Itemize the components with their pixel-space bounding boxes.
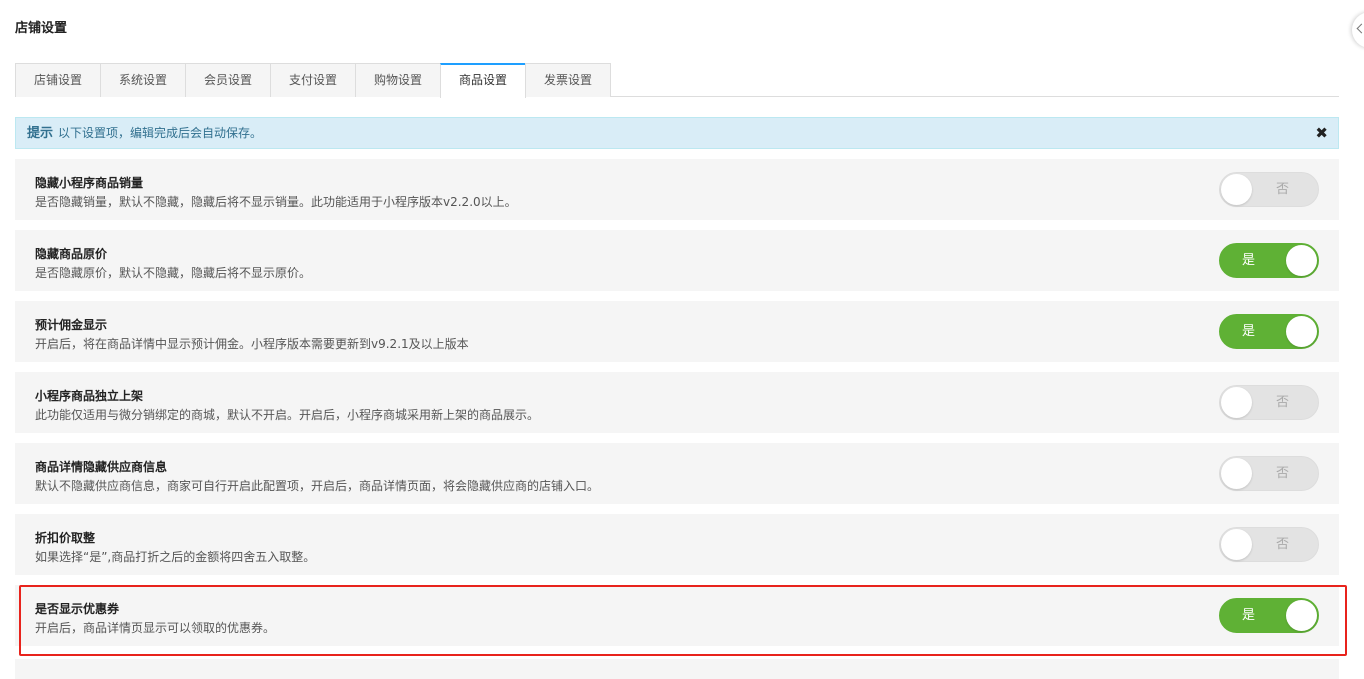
setting-desc: 开启后，将在商品详情中显示预计佣金。小程序版本需要更新到v9.2.1及以上版本 xyxy=(35,337,469,351)
switch-knob xyxy=(1221,529,1252,560)
tab-payment-settings[interactable]: 支付设置 xyxy=(270,63,356,97)
setting-row-hide-original-price: 隐藏商品原价 是否隐藏原价，默认不隐藏，隐藏后将不显示原价。 是 xyxy=(15,230,1339,291)
tab-member-settings[interactable]: 会员设置 xyxy=(185,63,271,97)
tip-label: 提示 xyxy=(27,126,54,141)
switch-knob xyxy=(1221,387,1252,418)
setting-row-estimated-commission: 预计佣金显示 开启后，将在商品详情中显示预计佣金。小程序版本需要更新到v9.2.… xyxy=(15,301,1339,362)
setting-row-show-coupons: 是否显示优惠券 开启后，商品详情页显示可以领取的优惠券。 是 xyxy=(15,585,1339,646)
tip-text: 以下设置项，编辑完成后会自动保存。 xyxy=(58,126,263,140)
switch-knob xyxy=(1286,316,1317,347)
tab-system-settings[interactable]: 系统设置 xyxy=(100,63,186,97)
setting-row-hide-supplier: 商品详情隐藏供应商信息 默认不隐藏供应商信息，商家可自行开启此配置项，开启后，商… xyxy=(15,443,1339,504)
tab-invoice-settings[interactable]: 发票设置 xyxy=(525,63,611,97)
toggle-switch-estimated-commission[interactable]: 是 xyxy=(1219,314,1319,349)
switch-knob xyxy=(1286,600,1317,631)
setting-desc: 默认不隐藏供应商信息，商家可自行开启此配置项，开启后，商品详情页面，将会隐藏供应… xyxy=(35,479,600,493)
close-icon[interactable]: ✖ xyxy=(1315,118,1328,148)
switch-knob xyxy=(1286,245,1317,276)
toggle-switch-independent-listing[interactable]: 否 xyxy=(1219,385,1319,420)
switch-text: 否 xyxy=(1276,395,1290,410)
settings-tabs: 店铺设置 系统设置 会员设置 支付设置 购物设置 商品设置 发票设置 xyxy=(15,63,1339,98)
setting-title: 小程序商品独立上架 xyxy=(35,389,144,403)
tab-product-settings[interactable]: 商品设置 xyxy=(440,63,526,98)
toggle-switch-hide-supplier[interactable]: 否 xyxy=(1219,456,1319,491)
page-title: 店铺设置 xyxy=(15,21,68,36)
toggle-switch-hide-original-price[interactable]: 是 xyxy=(1219,243,1319,278)
switch-text: 是 xyxy=(1242,608,1256,623)
setting-row-hide-sales: 隐藏小程序商品销量 是否隐藏销量，默认不隐藏，隐藏后将不显示销量。此功能适用于小… xyxy=(15,159,1339,220)
setting-row-round-discount: 折扣价取整 如果选择“是”,商品打折之后的金额将四舍五入取整。 否 xyxy=(15,514,1339,575)
switch-knob xyxy=(1221,458,1252,489)
setting-title: 折扣价取整 xyxy=(35,531,96,545)
tip-bar: 提示 以下设置项，编辑完成后会自动保存。 ✖ xyxy=(15,117,1339,149)
setting-row-independent-listing: 小程序商品独立上架 此功能仅适用与微分销绑定的商城，默认不开启。开启后，小程序商… xyxy=(15,372,1339,433)
setting-title: 隐藏商品原价 xyxy=(35,247,108,261)
setting-title: 是否显示优惠券 xyxy=(35,602,120,616)
switch-text: 否 xyxy=(1276,537,1290,552)
switch-text: 是 xyxy=(1242,324,1256,339)
setting-row-partial xyxy=(15,659,1339,679)
toggle-switch-show-coupons[interactable]: 是 xyxy=(1219,598,1319,633)
setting-title: 隐藏小程序商品销量 xyxy=(35,176,144,190)
switch-text: 否 xyxy=(1276,466,1290,481)
sidebar-collapse-button[interactable] xyxy=(1352,12,1364,48)
setting-desc: 如果选择“是”,商品打折之后的金额将四舍五入取整。 xyxy=(35,550,316,564)
setting-desc: 此功能仅适用与微分销绑定的商城，默认不开启。开启后，小程序商城采用新上架的商品展… xyxy=(35,408,540,422)
switch-knob xyxy=(1221,174,1252,205)
tab-shopping-settings[interactable]: 购物设置 xyxy=(355,63,441,97)
switch-text: 否 xyxy=(1276,182,1290,197)
tab-store-settings[interactable]: 店铺设置 xyxy=(15,63,101,97)
setting-desc: 开启后，商品详情页显示可以领取的优惠券。 xyxy=(35,621,276,635)
switch-text: 是 xyxy=(1242,253,1256,268)
chevron-left-icon xyxy=(1356,23,1364,34)
toggle-switch-round-discount[interactable]: 否 xyxy=(1219,527,1319,562)
setting-desc: 是否隐藏原价，默认不隐藏，隐藏后将不显示原价。 xyxy=(35,266,312,280)
setting-desc: 是否隐藏销量，默认不隐藏，隐藏后将不显示销量。此功能适用于小程序版本v2.2.0… xyxy=(35,195,517,209)
toggle-switch-hide-sales[interactable]: 否 xyxy=(1219,172,1319,207)
setting-title: 商品详情隐藏供应商信息 xyxy=(35,460,168,474)
setting-title: 预计佣金显示 xyxy=(35,318,108,332)
